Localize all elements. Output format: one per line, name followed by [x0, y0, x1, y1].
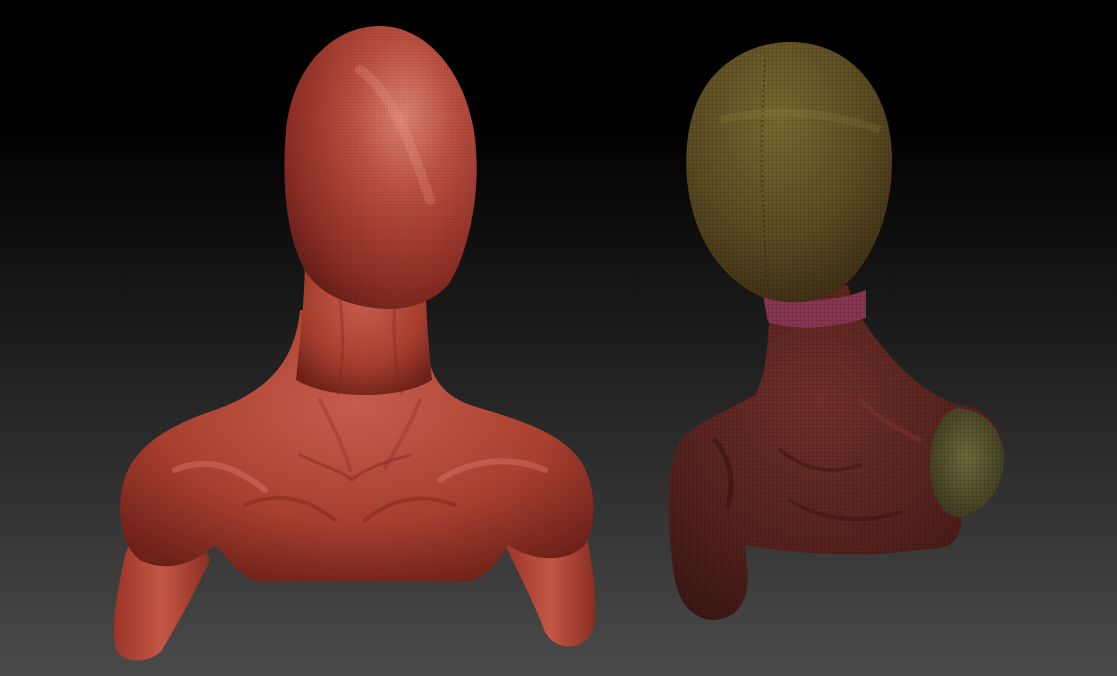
zbrush-viewport-canvas[interactable] [0, 0, 1117, 676]
